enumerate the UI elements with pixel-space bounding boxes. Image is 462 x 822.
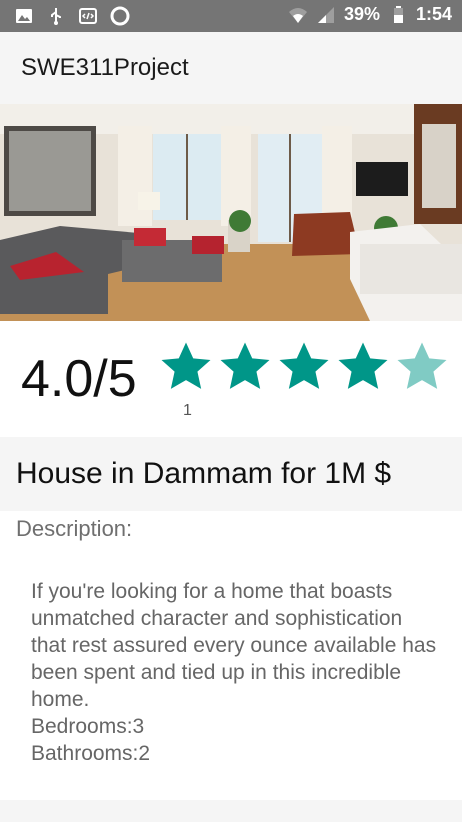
app-bar: SWE311Project: [0, 32, 462, 104]
listing-title: House in Dammam for 1M $: [16, 457, 392, 490]
usb-icon: [51, 8, 61, 25]
battery-percent: 39%: [343, 4, 380, 24]
listing-title-section: House in Dammam for 1M $: [0, 437, 462, 511]
bottom-section: [0, 800, 462, 822]
signal-icon: [317, 6, 334, 23]
star-icon[interactable]: [394, 339, 450, 395]
star-icon[interactable]: [335, 339, 391, 395]
star-icon[interactable]: [217, 339, 273, 395]
description-text: If you're looking for a home that boasts…: [31, 580, 437, 765]
status-time: 1:54: [415, 4, 452, 24]
image-icon: [16, 9, 32, 23]
app-title: SWE311Project: [21, 54, 189, 81]
living-room-image: [0, 104, 462, 321]
rating-count: 1: [183, 402, 192, 419]
wifi-icon: [288, 7, 307, 23]
rating-stars[interactable]: [158, 339, 450, 395]
status-bar: 39% 1:54: [0, 0, 462, 32]
rating-bar[interactable]: 4.0/5 1: [0, 321, 462, 437]
status-left-icons: [14, 6, 130, 26]
status-right: 39% 1:54: [288, 4, 452, 25]
star-icon[interactable]: [276, 339, 332, 395]
rating-value: 4.0/5: [21, 350, 137, 408]
battery-icon: [393, 5, 403, 23]
listing-photo: [0, 104, 462, 321]
circle-icon: [110, 6, 130, 26]
code-icon: [79, 8, 97, 24]
description-label: Description:: [16, 516, 133, 541]
star-icon[interactable]: [158, 339, 214, 395]
